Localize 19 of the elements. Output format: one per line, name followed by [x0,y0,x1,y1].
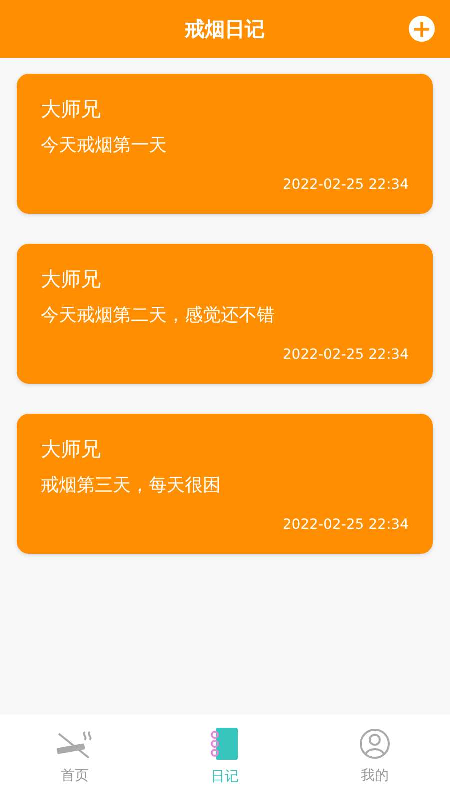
diary-card[interactable]: 大师兄 今天戒烟第二天，感觉还不错 2022-02-25 22:34 [17,244,433,384]
entry-text: 今天戒烟第二天，感觉还不错 [41,304,276,328]
entry-time: 2022-02-25 22:34 [282,346,409,365]
add-button[interactable]: + [409,16,435,42]
author-name: 大师兄 [41,266,102,292]
person-icon [359,728,391,760]
tab[interactable]: 我的 [300,715,450,800]
diary-card[interactable]: 大师兄 今天戒烟第一天 2022-02-25 22:34 [17,74,433,214]
entry-time: 2022-02-25 22:34 [282,516,409,535]
entry-text: 戒烟第三天，每天很困 [41,474,222,498]
entry-text: 今天戒烟第一天 [41,134,168,158]
author-name: 大师兄 [41,96,102,122]
diary-card[interactable]: 大师兄 戒烟第三天，每天很困 2022-02-25 22:34 [17,414,433,554]
tab[interactable]: 首页 [0,715,150,800]
author-name: 大师兄 [41,436,102,462]
notebook-icon [209,727,241,761]
entry-time: 2022-02-25 22:34 [282,176,409,195]
page-title: 戒烟日记 [185,16,265,43]
tab[interactable]: 日记 [150,715,300,800]
